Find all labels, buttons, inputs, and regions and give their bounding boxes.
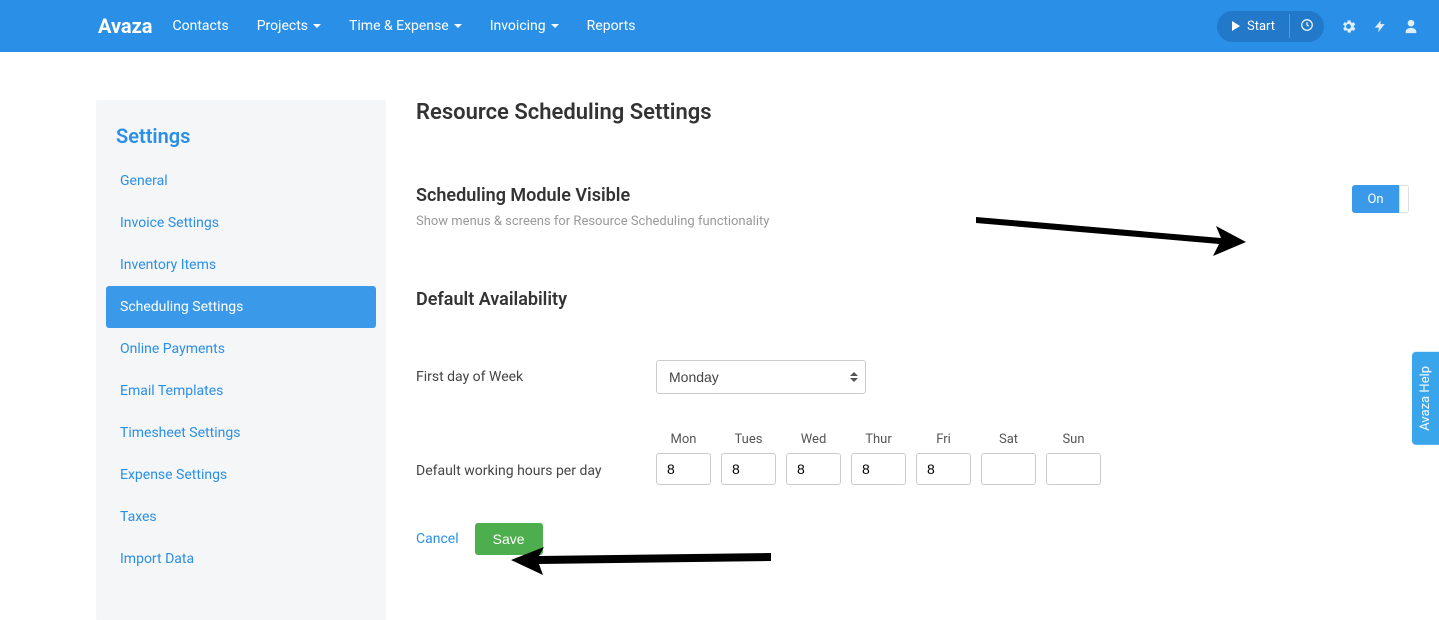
day-label: Sun bbox=[1062, 432, 1084, 447]
day-input-mon[interactable] bbox=[656, 453, 711, 485]
timer-history-button[interactable] bbox=[1290, 11, 1324, 42]
working-hours-label: Default working hours per day bbox=[416, 463, 656, 485]
main-content: Resource Scheduling Settings Scheduling … bbox=[386, 100, 1439, 620]
day-input-thur[interactable] bbox=[851, 453, 906, 485]
profile-button[interactable] bbox=[1403, 18, 1419, 35]
quick-actions-button[interactable] bbox=[1373, 18, 1387, 35]
page-container: Settings General Invoice Settings Invent… bbox=[0, 52, 1439, 620]
nav-link-label: Invoicing bbox=[490, 18, 546, 34]
module-heading: Scheduling Module Visible bbox=[416, 185, 769, 206]
first-day-label: First day of Week bbox=[416, 369, 656, 385]
nav-link-label: Time & Expense bbox=[349, 18, 449, 34]
brand-logo[interactable]: Avaza bbox=[98, 14, 153, 38]
module-subtext: Show menus & screens for Resource Schedu… bbox=[416, 214, 769, 229]
start-button-group: Start bbox=[1217, 11, 1324, 42]
settings-sidebar: Settings General Invoice Settings Invent… bbox=[96, 100, 386, 620]
day-col-thur: Thur bbox=[851, 432, 906, 485]
day-col-tues: Tues bbox=[721, 432, 776, 485]
day-input-wed[interactable] bbox=[786, 453, 841, 485]
sidebar-item-inventory-items[interactable]: Inventory Items bbox=[106, 244, 376, 286]
play-icon bbox=[1231, 21, 1241, 31]
sidebar-item-online-payments[interactable]: Online Payments bbox=[106, 328, 376, 370]
annotation-arrow-save bbox=[511, 547, 771, 577]
availability-heading: Default Availability bbox=[416, 289, 1409, 310]
user-icon bbox=[1403, 18, 1419, 35]
day-label: Mon bbox=[671, 432, 697, 447]
toggle-on-label: On bbox=[1352, 185, 1399, 213]
nav-time-expense[interactable]: Time & Expense bbox=[349, 18, 462, 34]
day-col-mon: Mon bbox=[656, 432, 711, 485]
sidebar-item-scheduling-settings[interactable]: Scheduling Settings bbox=[106, 286, 376, 328]
nav-invoicing[interactable]: Invoicing bbox=[490, 18, 559, 34]
day-col-wed: Wed bbox=[786, 432, 841, 485]
day-input-fri[interactable] bbox=[916, 453, 971, 485]
annotation-arrow-toggle bbox=[976, 208, 1246, 258]
day-input-sat[interactable] bbox=[981, 453, 1036, 485]
top-nav: Avaza Contacts Projects Time & Expense I… bbox=[0, 0, 1439, 52]
day-col-sun: Sun bbox=[1046, 432, 1101, 485]
nav-links: Contacts Projects Time & Expense Invoici… bbox=[173, 18, 636, 34]
day-col-sat: Sat bbox=[981, 432, 1036, 485]
first-day-select-wrap bbox=[656, 360, 866, 394]
sidebar-item-email-templates[interactable]: Email Templates bbox=[106, 370, 376, 412]
day-input-tues[interactable] bbox=[721, 453, 776, 485]
day-label: Sat bbox=[999, 432, 1018, 447]
day-label: Wed bbox=[801, 432, 827, 447]
nav-link-label: Projects bbox=[257, 18, 308, 34]
nav-right: Start bbox=[1217, 11, 1419, 42]
settings-button[interactable] bbox=[1340, 18, 1357, 35]
start-timer-button[interactable]: Start bbox=[1217, 13, 1289, 40]
nav-link-label: Contacts bbox=[173, 18, 229, 34]
chevron-down-icon bbox=[313, 24, 321, 28]
day-label: Tues bbox=[735, 432, 763, 447]
day-label: Thur bbox=[865, 432, 892, 447]
sidebar-item-timesheet-settings[interactable]: Timesheet Settings bbox=[106, 412, 376, 454]
days-row: Mon Tues Wed Thur Fri bbox=[656, 432, 1101, 485]
nav-contacts[interactable]: Contacts bbox=[173, 18, 229, 34]
module-visible-toggle[interactable]: On bbox=[1352, 185, 1409, 213]
gear-icon bbox=[1340, 18, 1357, 35]
first-day-select[interactable] bbox=[656, 360, 866, 394]
sidebar-title: Settings bbox=[96, 124, 386, 160]
toggle-knob bbox=[1399, 185, 1409, 213]
cancel-button[interactable]: Cancel bbox=[416, 531, 459, 547]
module-visible-row: Scheduling Module Visible Show menus & s… bbox=[416, 185, 1409, 269]
sidebar-item-import-data[interactable]: Import Data bbox=[106, 538, 376, 580]
sidebar-item-taxes[interactable]: Taxes bbox=[106, 496, 376, 538]
chevron-down-icon bbox=[551, 24, 559, 28]
chevron-down-icon bbox=[454, 24, 462, 28]
day-label: Fri bbox=[936, 432, 951, 447]
nav-link-label: Reports bbox=[587, 18, 636, 34]
sidebar-item-invoice-settings[interactable]: Invoice Settings bbox=[106, 202, 376, 244]
day-col-fri: Fri bbox=[916, 432, 971, 485]
clock-icon bbox=[1300, 18, 1314, 32]
page-title: Resource Scheduling Settings bbox=[416, 100, 1409, 125]
nav-reports[interactable]: Reports bbox=[587, 18, 636, 34]
working-hours-row: Default working hours per day Mon Tues W… bbox=[416, 432, 1409, 485]
day-input-sun[interactable] bbox=[1046, 453, 1101, 485]
lightning-icon bbox=[1373, 18, 1387, 35]
first-day-row: First day of Week bbox=[416, 360, 1409, 394]
sidebar-item-general[interactable]: General bbox=[106, 160, 376, 202]
help-tab[interactable]: Avaza Help bbox=[1412, 352, 1439, 445]
nav-projects[interactable]: Projects bbox=[257, 18, 321, 34]
sidebar-item-expense-settings[interactable]: Expense Settings bbox=[106, 454, 376, 496]
start-label: Start bbox=[1247, 19, 1275, 34]
